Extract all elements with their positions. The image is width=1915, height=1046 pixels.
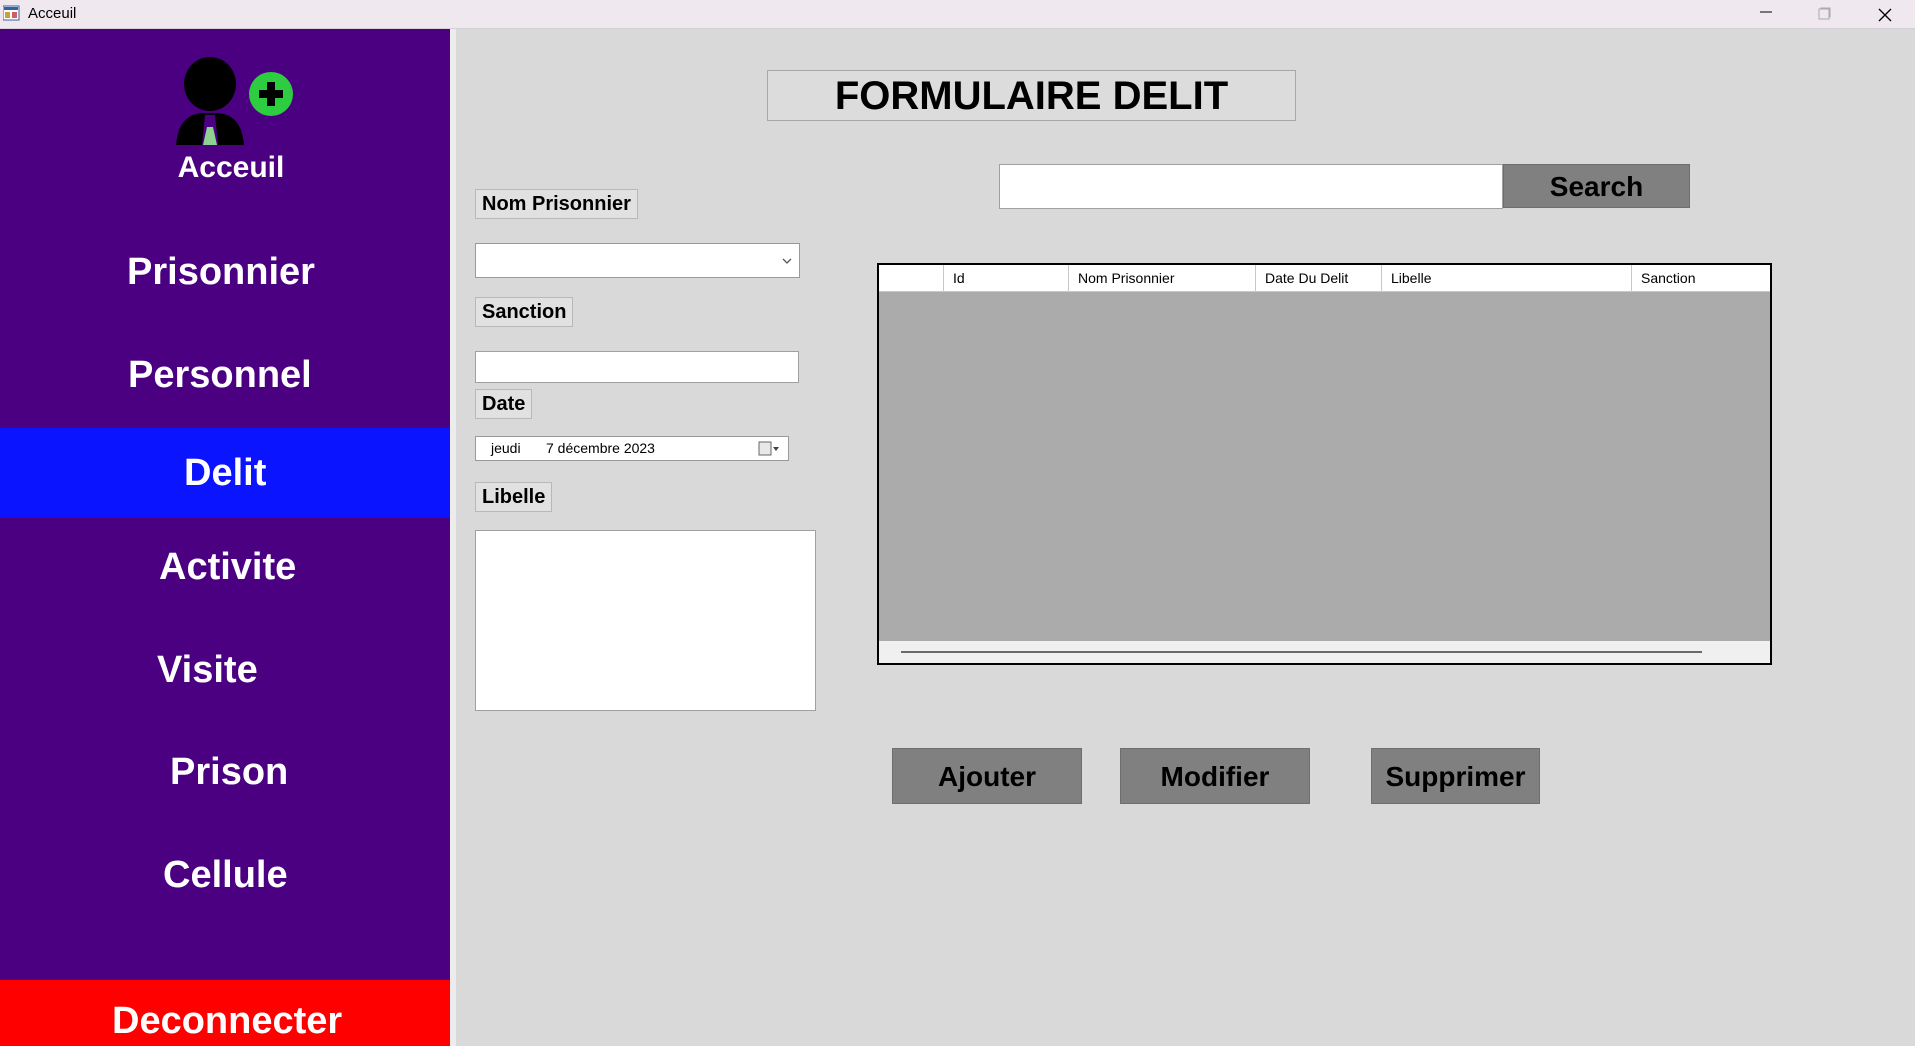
sidebar-item-label: Prison bbox=[170, 751, 289, 793]
date-picker[interactable]: jeudi 7 décembre 2023 bbox=[475, 436, 789, 461]
app-icon bbox=[2, 5, 20, 22]
sidebar-item-label: Visite bbox=[157, 649, 258, 691]
libelle-textarea[interactable] bbox=[475, 530, 816, 711]
nom-prisonnier-combobox[interactable] bbox=[475, 243, 800, 278]
minimize-icon bbox=[1760, 11, 1772, 13]
column-header-nom-prisonnier[interactable]: Nom Prisonnier bbox=[1069, 265, 1256, 291]
delete-button[interactable]: Supprimer bbox=[1371, 748, 1540, 804]
date-day: jeudi bbox=[491, 440, 521, 456]
edit-button[interactable]: Modifier bbox=[1120, 748, 1310, 804]
close-button[interactable] bbox=[1855, 0, 1913, 28]
sidebar-item-label: Cellule bbox=[163, 854, 288, 896]
minimize-button[interactable] bbox=[1737, 0, 1795, 28]
sidebar-item-label: Prisonnier bbox=[127, 251, 315, 293]
sidebar-item-label: Activite bbox=[159, 546, 297, 588]
maximize-button[interactable] bbox=[1795, 0, 1853, 28]
date-value: 7 décembre 2023 bbox=[546, 440, 655, 456]
sidebar-item-cellule[interactable]: Cellule bbox=[0, 830, 450, 920]
sidebar: Acceuil Prisonnier Personnel Delit Activ… bbox=[0, 29, 450, 1046]
sidebar-item-label: Delit bbox=[184, 452, 267, 494]
sidebar-item-prisonnier[interactable]: Prisonnier bbox=[0, 227, 450, 317]
add-button[interactable]: Ajouter bbox=[892, 748, 1082, 804]
sidebar-item-activite[interactable]: Activite bbox=[0, 522, 450, 612]
page-title: FORMULAIRE DELIT bbox=[767, 70, 1296, 121]
scrollbar-thumb[interactable] bbox=[901, 651, 1702, 653]
chevron-down-icon[interactable] bbox=[781, 255, 793, 267]
column-header-sanction[interactable]: Sanction bbox=[1632, 265, 1770, 291]
sidebar-item-visite[interactable]: Visite bbox=[0, 625, 450, 715]
search-input[interactable] bbox=[999, 164, 1503, 209]
calendar-dropdown-icon[interactable] bbox=[758, 441, 780, 457]
add-user-logo-icon bbox=[173, 57, 298, 145]
window-title: Acceuil bbox=[28, 5, 77, 22]
title-bar: Acceuil bbox=[0, 0, 1915, 29]
sidebar-item-label: Personnel bbox=[128, 354, 312, 396]
logout-label: Deconnecter bbox=[112, 1000, 343, 1042]
grid-header: Id Nom Prisonnier Date Du Delit Libelle … bbox=[879, 265, 1770, 292]
sanction-label: Sanction bbox=[475, 297, 574, 327]
sidebar-item-prison[interactable]: Prison bbox=[0, 727, 450, 817]
libelle-label: Libelle bbox=[475, 482, 553, 512]
search-button[interactable]: Search bbox=[1503, 164, 1690, 208]
close-icon bbox=[1878, 8, 1892, 22]
home-label[interactable]: Acceuil bbox=[0, 151, 462, 185]
column-header-libelle[interactable]: Libelle bbox=[1382, 265, 1632, 291]
sidebar-item-delit[interactable]: Delit bbox=[0, 428, 450, 518]
sidebar-item-personnel[interactable]: Personnel bbox=[0, 330, 450, 420]
logout-button[interactable]: Deconnecter bbox=[0, 980, 450, 1046]
maximize-icon bbox=[1818, 7, 1831, 20]
sanction-input[interactable] bbox=[475, 351, 799, 383]
row-header-column bbox=[879, 265, 944, 291]
date-label: Date bbox=[475, 389, 533, 419]
column-header-id[interactable]: Id bbox=[944, 265, 1069, 291]
sidebar-divider bbox=[450, 29, 456, 1046]
delit-data-grid[interactable]: Id Nom Prisonnier Date Du Delit Libelle … bbox=[877, 263, 1772, 665]
horizontal-scrollbar[interactable] bbox=[879, 641, 1770, 663]
column-header-date-du-delit[interactable]: Date Du Delit bbox=[1256, 265, 1382, 291]
nom-prisonnier-label: Nom Prisonnier bbox=[475, 189, 638, 219]
